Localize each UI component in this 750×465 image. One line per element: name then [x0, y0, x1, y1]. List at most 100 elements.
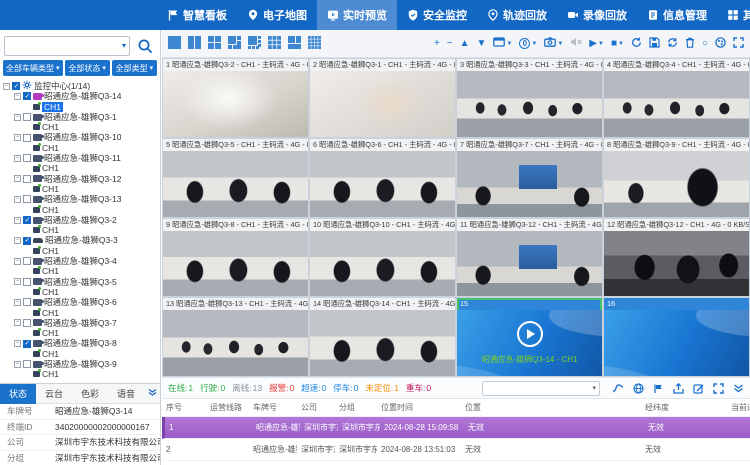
video-tile-7[interactable]: 7 昭通应急-雄狮Q3-7 - CH1 - 主码流 - 4G - 0 K...: [457, 139, 602, 217]
nav-tab-4[interactable]: 安全监控: [397, 0, 477, 30]
color-icon[interactable]: [715, 37, 726, 51]
mute-icon[interactable]: [570, 37, 582, 50]
refresh-icon[interactable]: [631, 37, 642, 51]
tree-channel-5[interactable]: CH1: [3, 184, 160, 194]
save-view-icon[interactable]: [649, 37, 660, 51]
tree-channel-3[interactable]: CH1: [3, 143, 160, 153]
layout-1-icon[interactable]: [168, 36, 183, 51]
collapse-panel-icon[interactable]: [733, 383, 744, 394]
video-tile-9[interactable]: 9 昭通应急-雄狮Q3-8 - CH1 - 主码流 - 4G - 0 K...: [163, 219, 308, 297]
stream-quality-icon[interactable]: 0▼: [519, 38, 537, 49]
device-checkbox[interactable]: [23, 237, 31, 245]
route-icon[interactable]: [612, 383, 624, 394]
device-checkbox[interactable]: [23, 175, 31, 183]
nav-tab-1[interactable]: 智慧看板: [157, 0, 237, 30]
device-checkbox[interactable]: [23, 216, 31, 224]
tree-channel-9[interactable]: CH1: [3, 266, 160, 276]
nav-tab-7[interactable]: 信息管理: [637, 0, 717, 30]
filter-dropdown-3[interactable]: 全部类型▾: [112, 60, 157, 76]
device-checkbox[interactable]: [23, 154, 31, 162]
info-tab-3[interactable]: 色彩: [72, 384, 108, 404]
tree-root[interactable]: −监控中心(1/14): [3, 81, 160, 91]
edit-icon[interactable]: [693, 383, 704, 394]
tree-device-12[interactable]: −昭通应急-雄狮Q3-7: [3, 318, 160, 328]
device-checkbox[interactable]: [23, 113, 31, 121]
device-checkbox[interactable]: [23, 340, 31, 348]
video-tile-5[interactable]: 5 昭通应急-雄狮Q3-5 - CH1 - 主码流 - 4G - 0 K...: [163, 139, 308, 217]
video-tile-16[interactable]: 16: [604, 298, 749, 376]
collapse-icon[interactable]: −: [14, 340, 21, 347]
record-icon[interactable]: ○: [702, 39, 708, 49]
nav-tab-5[interactable]: 轨迹回放: [477, 0, 557, 30]
tree-device-4[interactable]: −昭通应急-雄狮Q3-11: [3, 153, 160, 163]
tree-channel-12[interactable]: CH1: [3, 328, 160, 338]
play-button-icon[interactable]: [517, 321, 543, 347]
video-tile-4[interactable]: 4 昭通应急-雄狮Q3-4 - CH1 - 主码流 - 4G - 0 KB...: [604, 59, 749, 137]
tree-device-3[interactable]: −昭通应急-雄狮Q3-10: [3, 132, 160, 142]
tree-device-13[interactable]: −昭通应急-雄狮Q3-8: [3, 338, 160, 348]
filter-dropdown-1[interactable]: 全部车辆类型▾: [3, 60, 63, 76]
layout-4-icon[interactable]: [208, 36, 223, 51]
collapse-chevron-icon[interactable]: [144, 388, 160, 399]
search-input[interactable]: [4, 36, 130, 56]
collapse-icon[interactable]: −: [14, 258, 21, 265]
collapse-icon[interactable]: −: [14, 134, 21, 141]
device-checkbox[interactable]: [23, 134, 31, 142]
page-down-icon[interactable]: ▼: [477, 39, 487, 49]
collapse-icon[interactable]: −: [14, 217, 21, 224]
video-tile-1[interactable]: 1 昭通应急-雄狮Q3-2 - CH1 - 主码流 - 4G - 0 K...: [163, 59, 308, 137]
expand-panel-icon[interactable]: [713, 383, 724, 394]
layout-8-icon[interactable]: [248, 36, 263, 51]
video-tile-6[interactable]: 6 昭通应急-雄狮Q3-6 - CH1 - 主码流 - 4G - 0 K...: [310, 139, 455, 217]
map-flag-icon[interactable]: [653, 383, 664, 394]
tree-device-9[interactable]: −昭通应急-雄狮Q3-4: [3, 256, 160, 266]
video-tile-12[interactable]: 12 昭通应急-雄狮Q3-12 - CH1 - 4G - 0 KB/S / 2.…: [604, 219, 749, 297]
layout-9-icon[interactable]: [268, 36, 283, 51]
device-checkbox[interactable]: [23, 92, 31, 100]
info-tab-4[interactable]: 语音: [108, 384, 144, 404]
polling-icon[interactable]: [667, 37, 678, 51]
video-tile-3[interactable]: 3 昭通应急-雄狮Q3-3 - CH1 - 主码流 - 4G - 0 K...: [457, 59, 602, 137]
collapse-icon[interactable]: −: [14, 93, 21, 100]
device-checkbox[interactable]: [23, 195, 31, 203]
tree-channel-7[interactable]: CH1: [3, 225, 160, 235]
root-checkbox[interactable]: [12, 82, 20, 90]
info-tab-2[interactable]: 云台: [36, 384, 72, 404]
device-checkbox[interactable]: [23, 319, 31, 327]
layout-16-icon[interactable]: [308, 36, 323, 51]
tree-channel-8[interactable]: CH1: [3, 246, 160, 256]
collapse-icon[interactable]: −: [14, 196, 21, 203]
collapse-icon[interactable]: −: [14, 155, 21, 162]
device-checkbox[interactable]: [23, 278, 31, 286]
tree-channel-1[interactable]: CH1: [3, 102, 160, 112]
collapse-icon[interactable]: −: [14, 319, 21, 326]
filter-dropdown-2[interactable]: 全部状态▾: [65, 60, 110, 76]
nav-tab-8[interactable]: 其他应用: [717, 0, 750, 30]
globe-icon[interactable]: [633, 383, 644, 394]
video-tile-15[interactable]: 15昭通应急-雄狮Q3-14 - CH1: [457, 298, 602, 376]
tree-device-10[interactable]: −昭通应急-雄狮Q3-5: [3, 277, 160, 287]
nav-tab-2[interactable]: 电子地图: [237, 0, 317, 30]
table-row-2[interactable]: 2昭通应急-雄狮Q深圳市宇东技术深圳市宇东技术2024-08-28 13:51:…: [162, 439, 750, 461]
remove-window-icon[interactable]: −: [447, 39, 453, 49]
video-tile-14[interactable]: 14 昭通应急-雄狮Q3-14 - CH1 - 主码流 - 4G - 3...: [310, 298, 455, 376]
tree-device-7[interactable]: −昭通应急-雄狮Q3-2: [3, 215, 160, 225]
layout-2-icon[interactable]: [188, 36, 203, 51]
collapse-icon[interactable]: −: [3, 83, 10, 90]
tree-device-1[interactable]: −昭通应急-雄狮Q3-14: [3, 91, 160, 101]
collapse-icon[interactable]: −: [14, 278, 21, 285]
tree-device-2[interactable]: −昭通应急-雄狮Q3-1: [3, 112, 160, 122]
tree-channel-6[interactable]: CH1: [3, 205, 160, 215]
tree-device-14[interactable]: −昭通应急-雄狮Q3-9: [3, 359, 160, 369]
page-up-icon[interactable]: ▲: [460, 39, 470, 49]
video-tile-13[interactable]: 13 昭通应急-雄狮Q3-13 - CH1 - 主码流 - 4G - 0 ...: [163, 298, 308, 376]
tree-channel-10[interactable]: CH1: [3, 287, 160, 297]
video-tile-8[interactable]: 8 昭通应急-雄狮Q3-9 - CH1 - 主码流 - 4G - 0 KB...: [604, 139, 749, 217]
nav-tab-3[interactable]: 实时预览: [317, 0, 397, 30]
device-checkbox[interactable]: [23, 257, 31, 265]
stop-all-icon[interactable]: ■▼: [611, 39, 624, 49]
search-icon[interactable]: [134, 35, 156, 57]
video-tile-11[interactable]: 11 昭通应急-雄狮Q3-12 - CH1 - 主码流 - 4G - 0 ...: [457, 219, 602, 297]
device-checkbox[interactable]: [23, 298, 31, 306]
info-tab-1[interactable]: 状态: [0, 384, 36, 404]
